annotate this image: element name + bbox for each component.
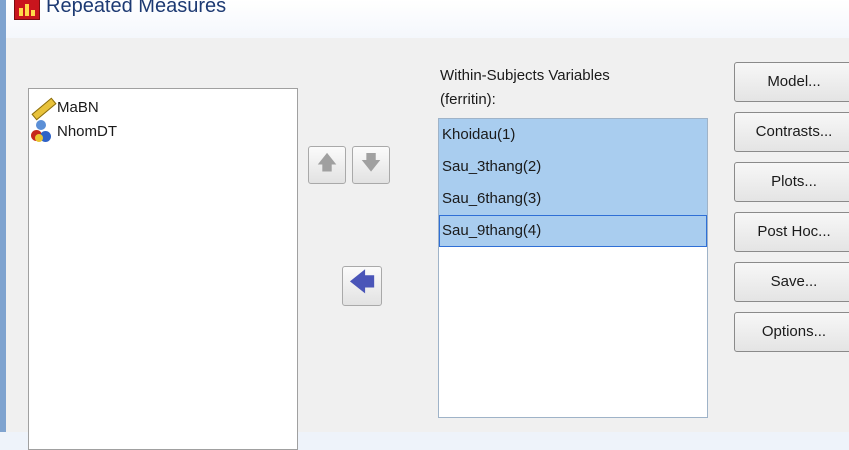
arrow-up-icon: 🡅 xyxy=(316,152,338,174)
within-subjects-label: Within-Subjects Variables (ferritin): xyxy=(440,67,610,108)
window-title: Repeated Measures xyxy=(46,0,227,17)
save-button[interactable]: Save... xyxy=(734,262,849,302)
within-subjects-list[interactable]: Khoidau(1) Sau_3thang(2) Sau_6thang(3) S… xyxy=(438,118,708,418)
arrow-left-icon: 🡄 xyxy=(348,267,376,297)
model-button[interactable]: Model... xyxy=(734,62,849,102)
ruler-icon xyxy=(31,96,57,121)
move-up-button[interactable]: 🡅 xyxy=(308,146,346,184)
dialog-body: MaBN NhomDT 🡅 🡇 🡄 Within-Subjects Variab… xyxy=(6,38,849,450)
within-item-khoidau[interactable]: Khoidau(1) xyxy=(439,119,707,151)
options-button[interactable]: Options... xyxy=(734,312,849,352)
source-variable-list[interactable]: MaBN NhomDT xyxy=(28,88,298,450)
within-item-sau-3thang[interactable]: Sau_3thang(2) xyxy=(439,151,707,183)
variable-label: MaBN xyxy=(57,98,99,116)
variable-item-nhomdt[interactable]: NhomDT xyxy=(31,119,117,143)
variable-label: NhomDT xyxy=(57,122,118,140)
within-item-sau-6thang[interactable]: Sau_6thang(3) xyxy=(439,183,707,215)
nominal-icon xyxy=(31,120,53,142)
move-down-button[interactable]: 🡇 xyxy=(352,146,390,184)
spss-app-icon xyxy=(14,0,40,20)
within-item-sau-9thang[interactable]: Sau_9thang(4) xyxy=(439,215,707,247)
post-hoc-button[interactable]: Post Hoc... xyxy=(734,212,849,252)
plots-button[interactable]: Plots... xyxy=(734,162,849,202)
variable-item-mabn[interactable]: MaBN xyxy=(31,95,99,121)
contrasts-button[interactable]: Contrasts... xyxy=(734,112,849,152)
title-bar: Repeated Measures xyxy=(6,0,849,38)
move-variable-button[interactable]: 🡄 xyxy=(342,266,382,306)
arrow-down-icon: 🡇 xyxy=(360,152,382,174)
